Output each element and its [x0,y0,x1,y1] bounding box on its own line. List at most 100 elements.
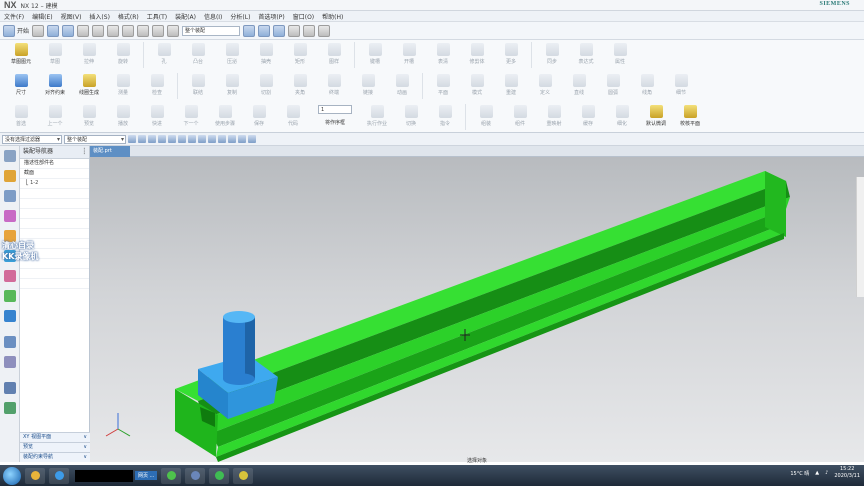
quadrant-icon[interactable] [208,135,216,143]
end-point-icon[interactable] [158,135,166,143]
shaded-view-icon[interactable] [258,24,271,37]
intersection-icon[interactable] [188,135,196,143]
coil-button[interactable]: 线圈生成 [72,71,106,101]
constraint-navigator-icon[interactable] [4,190,16,202]
shell-button[interactable]: 抽壳 [249,40,283,70]
sketch-button[interactable]: 草图图元 [4,40,38,70]
layer-icon[interactable] [288,24,301,37]
plane-button[interactable]: 平面 [426,71,460,101]
new-file-icon[interactable] [32,24,45,37]
arc-button[interactable]: 圆弧 [596,71,630,101]
link-button[interactable]: 联结 [181,71,215,101]
more-button[interactable]: 更多 [494,40,528,70]
dimension-button[interactable]: 尺寸 [4,71,38,101]
menu-tools[interactable]: 工具(T) [143,12,171,21]
copy-button[interactable]: 复制 [215,71,249,101]
clock[interactable]: 15:22 2020/3/11 [834,466,860,480]
refine-button[interactable]: 细化 [605,102,639,132]
bounded-grid-icon[interactable] [248,135,256,143]
menu-assembly[interactable]: 装配(A) [171,12,200,21]
snap-icon[interactable] [318,24,331,37]
save-step-button[interactable]: 保存 [242,102,276,132]
view-scrollbar[interactable] [856,177,864,297]
select-all-icon[interactable] [128,135,136,143]
constraint-nav-pane[interactable]: 装配约束导航 ∨ [20,452,90,462]
animate-button[interactable]: 动画 [385,71,419,101]
code-button[interactable]: 代码 [276,102,310,132]
menu-view[interactable]: 视图(V) [57,12,86,21]
clock-icon[interactable] [4,382,16,394]
part-navigator-icon[interactable] [4,210,16,222]
play-button[interactable]: 播放 [106,102,140,132]
cut-button[interactable]: 切割 [249,71,283,101]
boss-button[interactable]: 凸台 [181,40,215,70]
line-angle-button[interactable]: 线角 [630,71,664,101]
settings-gear-icon[interactable] [4,150,16,162]
menu-edit[interactable]: 编辑(E) [28,12,56,21]
detail-button[interactable]: 细节 [664,71,698,101]
point-on-curve-icon[interactable] [228,135,236,143]
navigator-row-part[interactable]: ⎣ 1-2 [20,179,89,189]
open-folder-icon[interactable] [47,24,60,37]
remap-button[interactable]: 重映射 [537,102,571,132]
expression-button[interactable]: 表达式 [569,40,603,70]
start-button[interactable]: 开始 [3,24,29,37]
save-icon[interactable] [62,24,75,37]
preferences-button[interactable]: 首选 [4,102,38,132]
navigator-menu-icon[interactable]: ┊ [82,146,86,158]
snap-point-icon[interactable] [148,135,156,143]
check-button[interactable]: 检查 [140,71,174,101]
delete-icon[interactable] [122,24,135,37]
taskbar-recorder[interactable] [233,467,254,484]
menu-file[interactable]: 文件(F) [0,12,28,21]
check-plane-button[interactable]: 校核平面 [673,102,707,132]
instruction-button[interactable]: 指令 [428,102,462,132]
revolve-button[interactable]: 旋转 [106,40,140,70]
emboss-button[interactable]: 压泌 [215,40,249,70]
pattern-button[interactable]: 图样 [317,40,351,70]
deselect-icon[interactable] [138,135,146,143]
assembly-scope-select[interactable]: 整个装配 [182,25,241,36]
run-job-button[interactable]: 执行作业 [360,102,394,132]
selection-scope-select[interactable]: 整个装配 [64,134,126,144]
preview-pane[interactable]: 预览 ∨ [20,442,90,452]
navigator-row-section[interactable]: 截面 [20,169,89,179]
menu-analysis[interactable]: 分析(L) [226,12,254,21]
step-select[interactable]: 1 [318,105,352,114]
menu-info[interactable]: 信息(I) [200,12,226,21]
arc-center-icon[interactable] [198,135,206,143]
previous-button[interactable]: 上一个 [38,102,72,132]
process-icon[interactable] [4,402,16,414]
command-finder-icon[interactable] [167,24,180,37]
taskbar-wechat[interactable] [209,467,230,484]
taskbar-folder[interactable] [25,467,45,484]
palette-icon[interactable] [4,290,16,302]
system-scenes-icon[interactable] [4,310,16,322]
selection-filter-select[interactable]: 没有选择过滤器 [2,134,62,144]
line-button[interactable]: 直线 [562,71,596,101]
taskbar-app-green[interactable] [161,467,182,484]
document-icon[interactable] [4,336,16,348]
slot-button[interactable]: 开槽 [392,40,426,70]
rebuild-button[interactable]: 重建 [494,71,528,101]
menu-help[interactable]: 帮助(H) [318,12,347,21]
component-button[interactable]: 组件 [503,102,537,132]
measure-button[interactable]: 测量 [106,71,140,101]
network-icon[interactable]: ▲ [815,470,819,476]
copy-icon[interactable] [92,24,105,37]
clean-button[interactable]: 表清 [426,40,460,70]
next-button[interactable]: 下一个 [174,102,208,132]
assembly-navigator-icon[interactable] [4,170,16,182]
toggle-button[interactable]: 切换 [394,102,428,132]
display-mode-icon[interactable] [273,24,286,37]
hole-button[interactable]: 孔 [147,40,181,70]
define-button[interactable]: 定义 [528,71,562,101]
menu-insert[interactable]: 插入(S) [85,12,114,21]
rectangle-button[interactable]: 矩形 [283,40,317,70]
mode-button[interactable]: 模式 [460,71,494,101]
control-point-icon[interactable] [178,135,186,143]
menu-window[interactable]: 窗口(O) [289,12,318,21]
roles-icon[interactable] [4,356,16,368]
extrude-button[interactable]: 拉伸 [72,40,106,70]
angle-button[interactable]: 夹角 [283,71,317,101]
